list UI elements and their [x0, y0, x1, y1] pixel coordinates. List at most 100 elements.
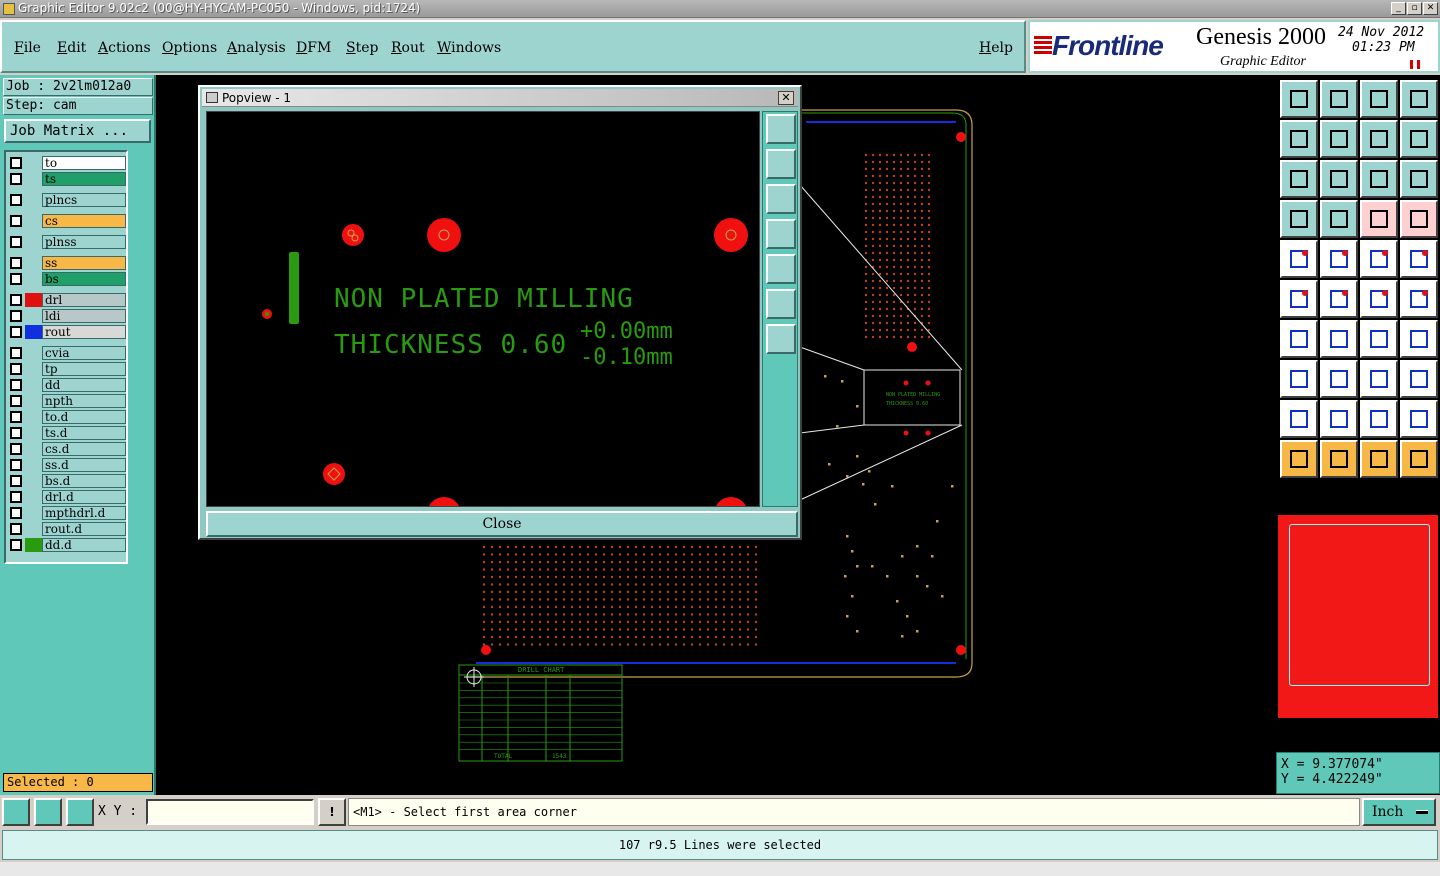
layer-name[interactable]: ts.d — [42, 426, 126, 440]
menu-edit[interactable]: Edit — [57, 40, 86, 56]
popview-titlebar[interactable]: Popview - 1 ✕ — [202, 89, 798, 107]
rotate-icon[interactable] — [1360, 320, 1398, 358]
layer-checkbox[interactable] — [10, 459, 22, 471]
ruler-icon[interactable] — [1360, 240, 1398, 278]
net-compare-icon[interactable] — [1400, 200, 1438, 238]
layer-name[interactable]: drl — [42, 293, 126, 307]
units-select[interactable]: Inch — [1362, 798, 1436, 826]
layer-name[interactable]: dd.d — [42, 538, 126, 552]
pad-icon[interactable] — [1400, 240, 1438, 278]
home-icon[interactable] — [1360, 80, 1398, 118]
layer-checkbox[interactable] — [10, 215, 22, 227]
popview-pan-right-icon[interactable] — [766, 254, 796, 284]
layer-name[interactable]: bs.d — [42, 474, 126, 488]
layer-name[interactable]: ss — [42, 256, 126, 270]
popview-zoom-window-icon[interactable] — [766, 114, 796, 144]
pointer-icon[interactable] — [1280, 440, 1318, 478]
layer-row-ts[interactable]: ts — [8, 172, 126, 186]
layer-row-ts-d[interactable]: ts.d — [8, 426, 126, 440]
job-matrix-button[interactable]: Job Matrix ... — [4, 119, 151, 143]
align-icon[interactable] — [1400, 320, 1438, 358]
layer-row-ss[interactable]: ss — [8, 256, 126, 270]
cut-icon[interactable] — [1320, 360, 1358, 398]
connect-icon[interactable] — [1280, 280, 1318, 318]
angle-icon[interactable] — [1280, 320, 1318, 358]
layer-checkbox[interactable] — [10, 294, 22, 306]
layer-checkbox[interactable] — [10, 236, 22, 248]
close-window-button[interactable]: ✕ — [1423, 2, 1438, 15]
layer-name[interactable]: ss.d — [42, 458, 126, 472]
layer-name[interactable]: ldi — [42, 309, 126, 323]
copy-icon[interactable] — [1360, 360, 1398, 398]
layer-row-bs-d[interactable]: bs.d — [8, 474, 126, 488]
layer-row-mpthdrl-d[interactable]: mpthdrl.d — [8, 506, 126, 520]
layer-row-cvia[interactable]: cvia — [8, 346, 126, 360]
layer-name[interactable]: plnss — [42, 235, 126, 249]
measure-line-icon[interactable] — [1320, 200, 1358, 238]
layer-name[interactable]: cs — [42, 214, 126, 228]
net-analyze-icon[interactable] — [1360, 200, 1398, 238]
line-icon[interactable] — [1320, 320, 1358, 358]
layer-checkbox[interactable] — [10, 257, 22, 269]
layer-row-ss-d[interactable]: ss.d — [8, 458, 126, 472]
layer-checkbox[interactable] — [10, 491, 22, 503]
layer-row-plncs[interactable]: plncs — [8, 193, 126, 207]
settings-icon[interactable] — [1280, 200, 1318, 238]
layer-name[interactable]: to — [42, 156, 126, 170]
menu-step[interactable]: Step — [346, 40, 378, 56]
layer-name[interactable]: dd — [42, 378, 126, 392]
layer-name[interactable]: rout.d — [42, 522, 126, 536]
split-view-icon[interactable] — [1400, 80, 1438, 118]
resize-icon[interactable] — [1400, 360, 1438, 398]
layer-name[interactable]: to.d — [42, 410, 126, 424]
layer-checkbox[interactable] — [10, 475, 22, 487]
delete-icon[interactable] — [1320, 280, 1358, 318]
pick-icon[interactable] — [1360, 440, 1398, 478]
menu-rout[interactable]: Rout — [391, 40, 425, 56]
xy-input[interactable] — [146, 799, 314, 825]
measure-icon[interactable] — [34, 798, 62, 826]
snap-icon[interactable] — [2, 798, 30, 826]
move-icon[interactable] — [1280, 360, 1318, 398]
layer-checkbox[interactable] — [10, 507, 22, 519]
layer-checkbox[interactable] — [10, 395, 22, 407]
layer-row-dd-d[interactable]: dd.d — [8, 538, 126, 552]
zoom-home-icon[interactable] — [1280, 80, 1318, 118]
popview-close-button[interactable]: Close — [206, 511, 798, 537]
route-icon[interactable] — [1400, 440, 1438, 478]
layer-name[interactable]: rout — [42, 325, 126, 339]
center-icon[interactable] — [1320, 160, 1358, 198]
layer-row-to[interactable]: to — [8, 156, 126, 170]
layer-name[interactable]: ts — [42, 172, 126, 186]
layer-name[interactable]: cvia — [42, 346, 126, 360]
menu-dfm[interactable]: DFM — [296, 40, 331, 56]
minimize-button[interactable]: _ — [1391, 2, 1406, 15]
popview-canvas[interactable]: NON PLATED MILLING THICKNESS 0.60 +0.00m… — [206, 111, 760, 507]
layer-row-plnss[interactable]: plnss — [8, 235, 126, 249]
triangle-icon[interactable] — [1280, 400, 1318, 438]
layer-row-tp[interactable]: tp — [8, 362, 126, 376]
select-icon[interactable] — [1320, 440, 1358, 478]
select-area-icon[interactable] — [1320, 240, 1358, 278]
layer-row-bs[interactable]: bs — [8, 272, 126, 286]
layer-checkbox[interactable] — [10, 379, 22, 391]
layer-checkbox[interactable] — [10, 273, 22, 285]
layer-checkbox[interactable] — [10, 539, 22, 551]
layer-checkbox[interactable] — [10, 194, 22, 206]
grid-icon[interactable] — [66, 798, 94, 826]
ratio-icon[interactable] — [1360, 160, 1398, 198]
fit-icon[interactable] — [1280, 160, 1318, 198]
layer-name[interactable]: plncs — [42, 193, 126, 207]
popview-pan-up-icon[interactable] — [766, 149, 796, 179]
popview-zoom-out-icon[interactable] — [766, 324, 796, 354]
popview-pan-left-icon[interactable] — [766, 219, 796, 249]
layer-name[interactable]: cs.d — [42, 442, 126, 456]
layer-checkbox[interactable] — [10, 443, 22, 455]
pan-left-icon[interactable] — [1280, 120, 1318, 158]
alert-icon[interactable]: ! — [318, 798, 346, 826]
layer-row-drl-d[interactable]: drl.d — [8, 490, 126, 504]
layer-name[interactable]: mpthdrl.d — [42, 506, 126, 520]
menu-analysis[interactable]: Analysis — [227, 40, 286, 56]
attribute-icon[interactable] — [1400, 400, 1438, 438]
layer-row-cs[interactable]: cs — [8, 214, 126, 228]
